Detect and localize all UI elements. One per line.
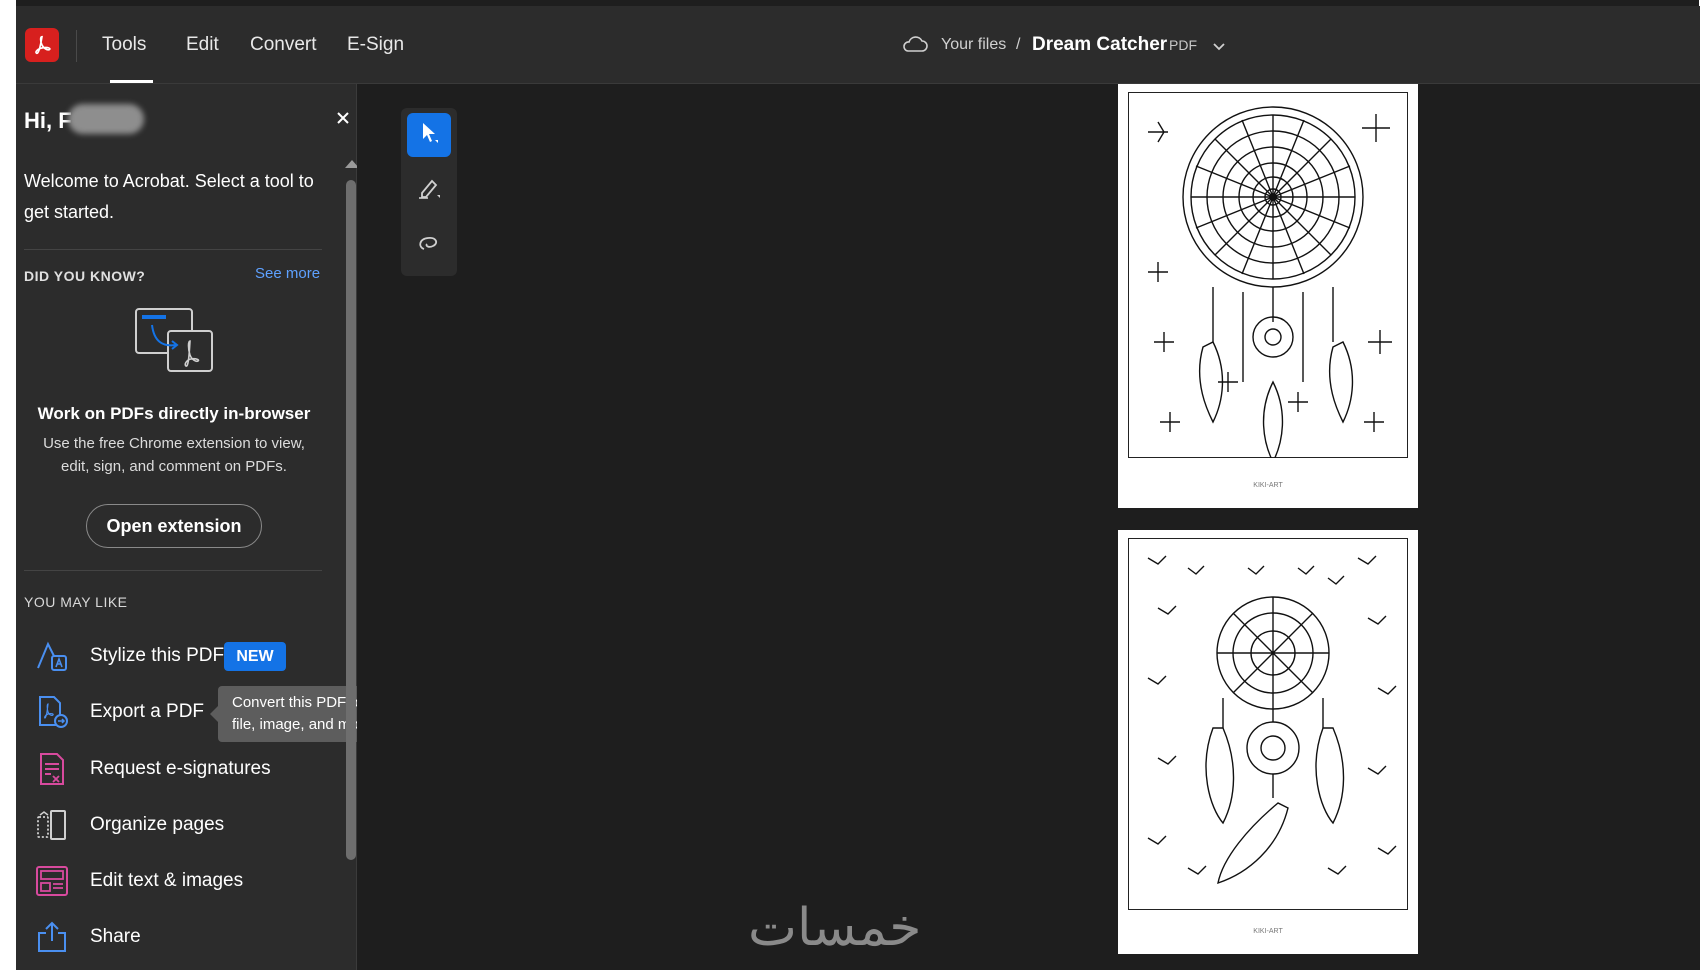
window-left-edge	[0, 0, 16, 970]
did-you-know-title: Work on PDFs directly in-browser	[37, 404, 311, 423]
pen-icon	[416, 175, 442, 206]
page-footer-text: KIKI-ART	[1253, 482, 1283, 489]
tool-label: Share	[90, 926, 141, 947]
tool-label: Stylize this PDF	[90, 645, 225, 666]
tooltip-arrow	[210, 706, 218, 722]
welcome-text: Welcome to Acrobat. Select a tool to get…	[24, 171, 314, 222]
tool-label: Edit text & images	[90, 870, 244, 891]
cloud-icon	[902, 34, 928, 59]
export-pdf-icon	[34, 694, 70, 730]
new-badge: NEW	[224, 642, 286, 671]
pdf-page-2[interactable]: KIKI-ART	[1118, 530, 1418, 954]
tool-organize-pages[interactable]: Organize pages	[24, 801, 344, 851]
dream-catcher-drawing-1	[1128, 92, 1408, 464]
file-name: Dream Catcher	[1032, 34, 1168, 55]
tool-label: Export a PDF	[90, 701, 205, 722]
greeting: Hi, F	[24, 108, 72, 133]
document-canvas[interactable]	[357, 84, 1700, 970]
chevron-down-icon[interactable]	[1212, 39, 1226, 57]
tab-tools[interactable]: Tools	[102, 34, 146, 56]
select-tool-button[interactable]	[407, 113, 451, 157]
active-tab-indicator	[110, 80, 153, 83]
tab-esign[interactable]: E-Sign	[347, 34, 404, 56]
section-divider	[24, 249, 322, 250]
highlight-tool-button[interactable]	[407, 168, 451, 212]
close-icon[interactable]	[336, 111, 350, 130]
did-you-know-heading: DID YOU KNOW?	[24, 268, 146, 284]
app-header: Tools Edit Convert E-Sign Your files / D…	[16, 6, 1700, 84]
browser-extension-illustration-icon	[132, 305, 216, 380]
did-you-know-body: Use the free Chrome extension to view, e…	[43, 435, 305, 475]
tool-edit-text-images[interactable]: Edit text & images	[24, 857, 344, 907]
breadcrumb-separator: /	[1016, 36, 1021, 53]
acrobat-logo-icon[interactable]	[25, 28, 59, 62]
file-type-label: PDF	[1169, 37, 1197, 53]
redacted-name-blur	[68, 104, 144, 134]
pdf-page-1[interactable]: KIKI-ART	[1118, 84, 1418, 508]
dream-catcher-drawing-2	[1128, 538, 1408, 915]
organize-pages-icon	[34, 807, 70, 843]
tool-label: Request e-signatures	[90, 758, 271, 779]
section-divider-2	[24, 570, 322, 571]
tool-label: Organize pages	[90, 814, 225, 835]
draw-tool-button[interactable]	[407, 224, 451, 268]
request-signature-icon	[34, 751, 70, 787]
sidebar-scrollbar[interactable]	[344, 160, 359, 890]
tool-stylize-pdf[interactable]: Stylize this PDF	[24, 632, 344, 682]
cursor-arrow-icon	[418, 120, 440, 151]
header-separator	[76, 30, 77, 62]
scrollbar-thumb[interactable]	[346, 180, 356, 860]
page-footer-text: KIKI-ART	[1253, 928, 1283, 935]
stylize-icon	[34, 638, 70, 674]
you-may-like-heading: YOU MAY LIKE	[24, 594, 128, 610]
tool-request-esignatures[interactable]: Request e-signatures	[24, 745, 344, 795]
edit-text-images-icon	[34, 863, 70, 899]
open-extension-button[interactable]: Open extension	[86, 504, 262, 548]
quick-tools-rail	[401, 108, 457, 276]
share-icon	[34, 919, 70, 955]
tab-edit[interactable]: Edit	[186, 34, 219, 56]
lasso-icon	[416, 233, 442, 260]
watermark-logo: خمسات	[748, 898, 922, 958]
tab-convert[interactable]: Convert	[250, 34, 317, 56]
tool-share[interactable]: Share	[24, 913, 344, 963]
see-more-link[interactable]: See more	[255, 265, 320, 282]
breadcrumb-your-files[interactable]: Your files	[941, 36, 1006, 54]
